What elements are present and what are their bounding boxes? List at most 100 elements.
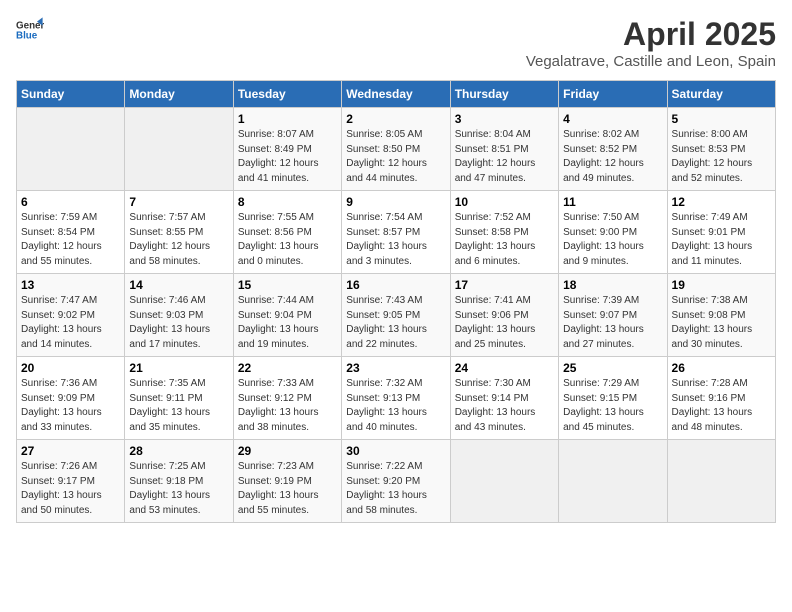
calendar-week-row: 13 Sunrise: 7:47 AM Sunset: 9:02 PM Dayli… bbox=[17, 274, 776, 357]
day-number: 21 bbox=[129, 361, 228, 375]
calendar-day-cell: 15 Sunrise: 7:44 AM Sunset: 9:04 PM Dayli… bbox=[233, 274, 341, 357]
day-number: 23 bbox=[346, 361, 445, 375]
day-number: 24 bbox=[455, 361, 554, 375]
day-number: 14 bbox=[129, 278, 228, 292]
calendar-day-cell: 26 Sunrise: 7:28 AM Sunset: 9:16 PM Dayli… bbox=[667, 357, 775, 440]
day-number: 30 bbox=[346, 444, 445, 458]
calendar-day-cell: 18 Sunrise: 7:39 AM Sunset: 9:07 PM Dayli… bbox=[559, 274, 667, 357]
day-number: 1 bbox=[238, 112, 337, 126]
calendar-day-cell bbox=[17, 108, 125, 191]
location-title: Vegalatrave, Castille and Leon, Spain bbox=[526, 53, 776, 70]
month-title: April 2025 bbox=[526, 16, 776, 53]
day-number: 2 bbox=[346, 112, 445, 126]
day-detail: Sunrise: 7:43 AM Sunset: 9:05 PM Dayligh… bbox=[346, 294, 445, 352]
day-detail: Sunrise: 7:33 AM Sunset: 9:12 PM Dayligh… bbox=[238, 377, 337, 435]
day-detail: Sunrise: 7:57 AM Sunset: 8:55 PM Dayligh… bbox=[129, 211, 228, 269]
calendar-day-cell: 16Sunrise: 7:43 AM Sunset: 9:05 PM Dayli… bbox=[342, 274, 450, 357]
day-detail: Sunrise: 7:25 AM Sunset: 9:18 PM Dayligh… bbox=[129, 460, 228, 518]
day-number: 15 bbox=[238, 278, 337, 292]
day-detail: Sunrise: 7:46 AM Sunset: 9:03 PM Dayligh… bbox=[129, 294, 228, 352]
day-detail: Sunrise: 7:35 AM Sunset: 9:11 PM Dayligh… bbox=[129, 377, 228, 435]
calendar-body: 1 Sunrise: 8:07 AM Sunset: 8:49 PM Daylig… bbox=[17, 108, 776, 523]
day-number: 7 bbox=[129, 195, 228, 209]
weekday-header-cell: Friday bbox=[559, 81, 667, 108]
day-number: 5 bbox=[672, 112, 771, 126]
day-number: 25 bbox=[563, 361, 662, 375]
day-detail: Sunrise: 7:32 AM Sunset: 9:13 PM Dayligh… bbox=[346, 377, 445, 435]
title-area: April 2025 Vegalatrave, Castille and Leo… bbox=[526, 16, 776, 70]
logo-icon: General Blue bbox=[16, 16, 44, 44]
day-number: 22 bbox=[238, 361, 337, 375]
weekday-header-row: SundayMondayTuesdayWednesdayThursdayFrid… bbox=[17, 81, 776, 108]
day-detail: Sunrise: 7:54 AM Sunset: 8:57 PM Dayligh… bbox=[346, 211, 445, 269]
day-number: 4 bbox=[563, 112, 662, 126]
day-detail: Sunrise: 7:26 AM Sunset: 9:17 PM Dayligh… bbox=[21, 460, 120, 518]
day-detail: Sunrise: 7:52 AM Sunset: 8:58 PM Dayligh… bbox=[455, 211, 554, 269]
day-detail: Sunrise: 7:44 AM Sunset: 9:04 PM Dayligh… bbox=[238, 294, 337, 352]
weekday-header-cell: Thursday bbox=[450, 81, 558, 108]
day-number: 26 bbox=[672, 361, 771, 375]
calendar-day-cell: 1 Sunrise: 8:07 AM Sunset: 8:49 PM Daylig… bbox=[233, 108, 341, 191]
calendar-day-cell: 2Sunrise: 8:05 AM Sunset: 8:50 PM Daylig… bbox=[342, 108, 450, 191]
day-number: 29 bbox=[238, 444, 337, 458]
calendar-day-cell: 25 Sunrise: 7:29 AM Sunset: 9:15 PM Dayli… bbox=[559, 357, 667, 440]
weekday-header-cell: Saturday bbox=[667, 81, 775, 108]
day-detail: Sunrise: 7:55 AM Sunset: 8:56 PM Dayligh… bbox=[238, 211, 337, 269]
day-detail: Sunrise: 7:28 AM Sunset: 9:16 PM Dayligh… bbox=[672, 377, 771, 435]
day-number: 11 bbox=[563, 195, 662, 209]
calendar-day-cell: 8 Sunrise: 7:55 AM Sunset: 8:56 PM Daylig… bbox=[233, 191, 341, 274]
calendar-day-cell: 22 Sunrise: 7:33 AM Sunset: 9:12 PM Dayli… bbox=[233, 357, 341, 440]
weekday-header-cell: Tuesday bbox=[233, 81, 341, 108]
day-number: 20 bbox=[21, 361, 120, 375]
calendar-day-cell: 13 Sunrise: 7:47 AM Sunset: 9:02 PM Dayli… bbox=[17, 274, 125, 357]
calendar-day-cell: 12Sunrise: 7:49 AM Sunset: 9:01 PM Dayli… bbox=[667, 191, 775, 274]
day-detail: Sunrise: 7:39 AM Sunset: 9:07 PM Dayligh… bbox=[563, 294, 662, 352]
calendar-day-cell: 29 Sunrise: 7:23 AM Sunset: 9:19 PM Dayli… bbox=[233, 440, 341, 523]
weekday-header-cell: Sunday bbox=[17, 81, 125, 108]
calendar-day-cell: 19Sunrise: 7:38 AM Sunset: 9:08 PM Dayli… bbox=[667, 274, 775, 357]
calendar-day-cell: 27 Sunrise: 7:26 AM Sunset: 9:17 PM Dayli… bbox=[17, 440, 125, 523]
calendar-day-cell: 24 Sunrise: 7:30 AM Sunset: 9:14 PM Dayli… bbox=[450, 357, 558, 440]
day-number: 8 bbox=[238, 195, 337, 209]
calendar-day-cell: 21 Sunrise: 7:35 AM Sunset: 9:11 PM Dayli… bbox=[125, 357, 233, 440]
day-detail: Sunrise: 8:02 AM Sunset: 8:52 PM Dayligh… bbox=[563, 128, 662, 186]
calendar-day-cell: 6 Sunrise: 7:59 AM Sunset: 8:54 PM Daylig… bbox=[17, 191, 125, 274]
day-detail: Sunrise: 7:29 AM Sunset: 9:15 PM Dayligh… bbox=[563, 377, 662, 435]
calendar-day-cell: 9 Sunrise: 7:54 AM Sunset: 8:57 PM Daylig… bbox=[342, 191, 450, 274]
day-number: 18 bbox=[563, 278, 662, 292]
day-number: 27 bbox=[21, 444, 120, 458]
calendar-day-cell bbox=[667, 440, 775, 523]
day-number: 12 bbox=[672, 195, 771, 209]
day-detail: Sunrise: 7:59 AM Sunset: 8:54 PM Dayligh… bbox=[21, 211, 120, 269]
calendar: SundayMondayTuesdayWednesdayThursdayFrid… bbox=[16, 80, 776, 523]
page-header: General Blue April 2025 Vegalatrave, Cas… bbox=[16, 16, 776, 70]
day-detail: Sunrise: 7:50 AM Sunset: 9:00 PM Dayligh… bbox=[563, 211, 662, 269]
weekday-header-cell: Wednesday bbox=[342, 81, 450, 108]
day-number: 3 bbox=[455, 112, 554, 126]
day-detail: Sunrise: 7:22 AM Sunset: 9:20 PM Dayligh… bbox=[346, 460, 445, 518]
calendar-day-cell: 14 Sunrise: 7:46 AM Sunset: 9:03 PM Dayli… bbox=[125, 274, 233, 357]
day-number: 9 bbox=[346, 195, 445, 209]
day-number: 28 bbox=[129, 444, 228, 458]
day-detail: Sunrise: 7:30 AM Sunset: 9:14 PM Dayligh… bbox=[455, 377, 554, 435]
day-detail: Sunrise: 7:36 AM Sunset: 9:09 PM Dayligh… bbox=[21, 377, 120, 435]
calendar-day-cell: 23 Sunrise: 7:32 AM Sunset: 9:13 PM Dayli… bbox=[342, 357, 450, 440]
svg-text:Blue: Blue bbox=[16, 30, 38, 41]
weekday-header-cell: Monday bbox=[125, 81, 233, 108]
day-detail: Sunrise: 8:04 AM Sunset: 8:51 PM Dayligh… bbox=[455, 128, 554, 186]
day-number: 17 bbox=[455, 278, 554, 292]
day-detail: Sunrise: 7:47 AM Sunset: 9:02 PM Dayligh… bbox=[21, 294, 120, 352]
calendar-week-row: 27 Sunrise: 7:26 AM Sunset: 9:17 PM Dayli… bbox=[17, 440, 776, 523]
day-number: 13 bbox=[21, 278, 120, 292]
day-number: 6 bbox=[21, 195, 120, 209]
day-detail: Sunrise: 7:23 AM Sunset: 9:19 PM Dayligh… bbox=[238, 460, 337, 518]
calendar-day-cell: 11 Sunrise: 7:50 AM Sunset: 9:00 PM Dayli… bbox=[559, 191, 667, 274]
day-detail: Sunrise: 8:07 AM Sunset: 8:49 PM Dayligh… bbox=[238, 128, 337, 186]
day-number: 19 bbox=[672, 278, 771, 292]
calendar-day-cell: 5 Sunrise: 8:00 AM Sunset: 8:53 PM Daylig… bbox=[667, 108, 775, 191]
calendar-day-cell: 7 Sunrise: 7:57 AM Sunset: 8:55 PM Daylig… bbox=[125, 191, 233, 274]
calendar-day-cell: 3 Sunrise: 8:04 AM Sunset: 8:51 PM Daylig… bbox=[450, 108, 558, 191]
day-detail: Sunrise: 8:00 AM Sunset: 8:53 PM Dayligh… bbox=[672, 128, 771, 186]
calendar-week-row: 1 Sunrise: 8:07 AM Sunset: 8:49 PM Daylig… bbox=[17, 108, 776, 191]
calendar-day-cell bbox=[450, 440, 558, 523]
